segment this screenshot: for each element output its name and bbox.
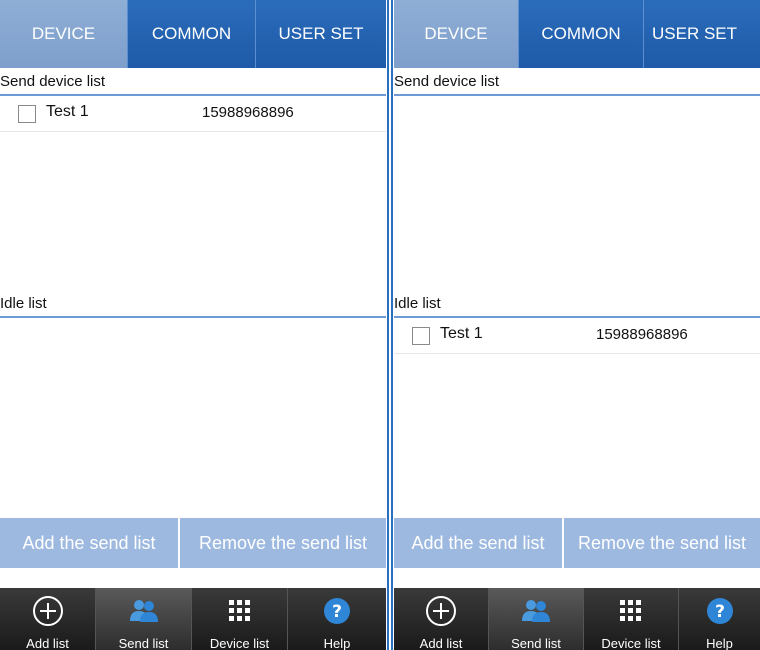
bottom-nav: Add list Send list Device list ? Help xyxy=(394,588,760,650)
svg-text:?: ? xyxy=(332,602,342,622)
idle-list-label: Idle list xyxy=(0,290,386,318)
screen-divider xyxy=(386,0,394,650)
device-checkbox[interactable] xyxy=(18,105,36,123)
idle-list: Test 1 15988968896 xyxy=(394,318,760,518)
bottom-nav: Add list Send list Device list ? Help xyxy=(0,588,386,650)
idle-list xyxy=(0,318,386,518)
nav-label: Help xyxy=(706,636,733,650)
screen-right: DEVICE COMMON USER SET Send device list … xyxy=(394,0,760,650)
tab-common[interactable]: COMMON xyxy=(519,0,644,68)
device-number: 15988968896 xyxy=(596,326,688,343)
plus-circle-icon xyxy=(424,594,458,628)
nav-label: Help xyxy=(323,636,351,650)
screen-left: DEVICE COMMON USER SET Send device list … xyxy=(0,0,386,650)
device-number: 15988968896 xyxy=(202,104,294,121)
tab-device[interactable]: DEVICE xyxy=(394,0,519,68)
action-buttons: Add the send list Remove the send list xyxy=(394,518,760,568)
action-buttons: Add the send list Remove the send list xyxy=(0,518,386,568)
top-tab-bar: DEVICE COMMON USER SET xyxy=(0,0,386,68)
nav-device-list[interactable]: Device list xyxy=(192,588,288,650)
list-item[interactable]: Test 1 15988968896 xyxy=(394,318,760,354)
people-icon xyxy=(519,594,553,628)
nav-label: Send list xyxy=(511,636,561,650)
grid-icon xyxy=(223,594,257,628)
nav-help[interactable]: ? Help xyxy=(288,588,386,650)
send-device-list-label: Send device list xyxy=(394,68,760,96)
screens-container: DEVICE COMMON USER SET Send device list … xyxy=(0,0,760,650)
send-device-list-label: Send device list xyxy=(0,68,386,96)
nav-label: Add list xyxy=(419,636,463,650)
send-device-list xyxy=(394,96,760,290)
nav-add-list[interactable]: Add list xyxy=(394,588,489,650)
list-item[interactable]: Test 1 15988968896 xyxy=(0,96,386,132)
device-name: Test 1 xyxy=(46,103,89,120)
nav-device-list[interactable]: Device list xyxy=(584,588,679,650)
question-icon: ? xyxy=(703,594,737,628)
nav-label: Device list xyxy=(209,636,270,650)
nav-label: Add list xyxy=(26,636,69,650)
remove-send-list-button[interactable]: Remove the send list xyxy=(564,518,760,568)
nav-send-list[interactable]: Send list xyxy=(489,588,584,650)
people-icon xyxy=(127,594,161,628)
spacer xyxy=(0,568,386,588)
question-icon: ? xyxy=(320,594,354,628)
idle-list-label: Idle list xyxy=(394,290,760,318)
add-send-list-button[interactable]: Add the send list xyxy=(394,518,564,568)
nav-help[interactable]: ? Help xyxy=(679,588,760,650)
nav-label: Send list xyxy=(118,636,169,650)
device-checkbox[interactable] xyxy=(412,327,430,345)
send-device-list: Test 1 15988968896 xyxy=(0,96,386,290)
device-name: Test 1 xyxy=(440,325,483,342)
nav-send-list[interactable]: Send list xyxy=(96,588,192,650)
add-send-list-button[interactable]: Add the send list xyxy=(0,518,180,568)
grid-icon xyxy=(614,594,648,628)
nav-add-list[interactable]: Add list xyxy=(0,588,96,650)
svg-text:?: ? xyxy=(715,602,725,622)
remove-send-list-button[interactable]: Remove the send list xyxy=(180,518,386,568)
plus-circle-icon xyxy=(31,594,65,628)
tab-user-set[interactable]: USER SET xyxy=(256,0,386,68)
spacer xyxy=(394,568,760,588)
nav-label: Device list xyxy=(601,636,661,650)
tab-device[interactable]: DEVICE xyxy=(0,0,128,68)
top-tab-bar: DEVICE COMMON USER SET xyxy=(394,0,760,68)
tab-common[interactable]: COMMON xyxy=(128,0,256,68)
tab-user-set[interactable]: USER SET xyxy=(644,0,760,68)
